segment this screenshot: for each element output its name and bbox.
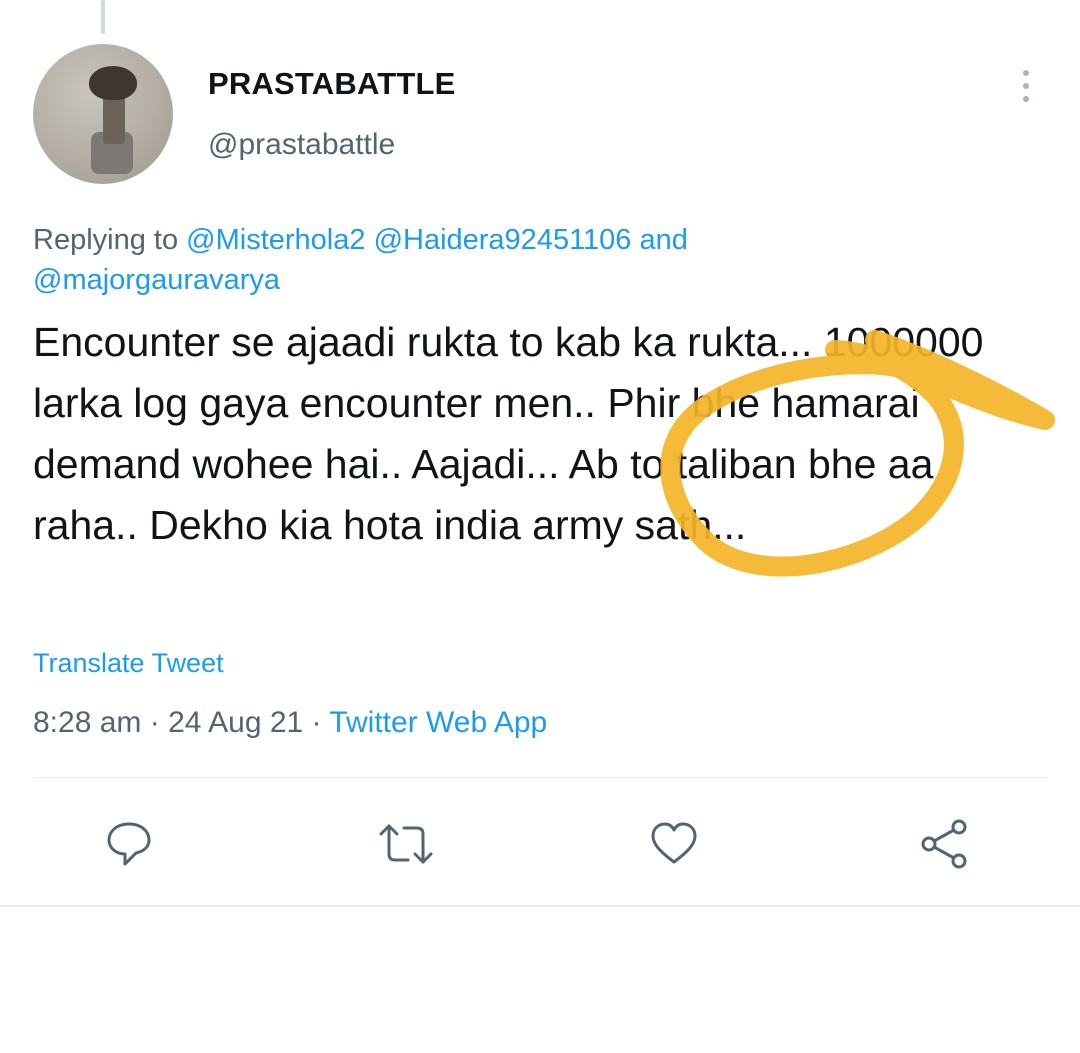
thread-connector-line xyxy=(101,0,105,34)
bottom-divider xyxy=(0,905,1080,907)
tweet-text: Encounter se ajaadi rukta to kab ka rukt… xyxy=(33,319,984,548)
tweet-source-link[interactable]: Twitter Web App xyxy=(329,706,547,739)
divider xyxy=(33,777,1048,778)
replying-to: Replying to @Misterhola2 @Haidera9245110… xyxy=(33,220,933,300)
retweet-icon[interactable] xyxy=(376,818,433,870)
tweet-meta: 8:28 am · 24 Aug 21 · Twitter Web App xyxy=(33,706,547,740)
display-name[interactable]: PRASTABATTLE xyxy=(208,66,456,102)
mention-link[interactable]: @Haidera92451106 xyxy=(374,224,632,256)
share-icon[interactable] xyxy=(918,818,970,870)
tweet-date[interactable]: 24 Aug 21 xyxy=(168,706,303,739)
avatar-image-bowl xyxy=(89,66,137,100)
reply-icon[interactable] xyxy=(103,818,155,870)
tweet-time[interactable]: 8:28 am xyxy=(33,706,141,739)
meta-separator: · xyxy=(141,706,169,739)
heart-icon[interactable] xyxy=(648,818,700,870)
more-vertical-icon[interactable] xyxy=(1016,68,1036,104)
translate-tweet-link[interactable]: Translate Tweet xyxy=(33,648,224,679)
replying-and: and xyxy=(639,224,688,256)
replying-to-label: Replying to xyxy=(33,224,179,256)
avatar[interactable] xyxy=(33,44,173,184)
mention-link[interactable]: @Misterhola2 xyxy=(186,224,365,256)
user-handle[interactable]: @prastabattle xyxy=(208,128,395,162)
meta-separator: · xyxy=(303,706,330,739)
mention-link[interactable]: @majorgauravarya xyxy=(33,264,280,296)
